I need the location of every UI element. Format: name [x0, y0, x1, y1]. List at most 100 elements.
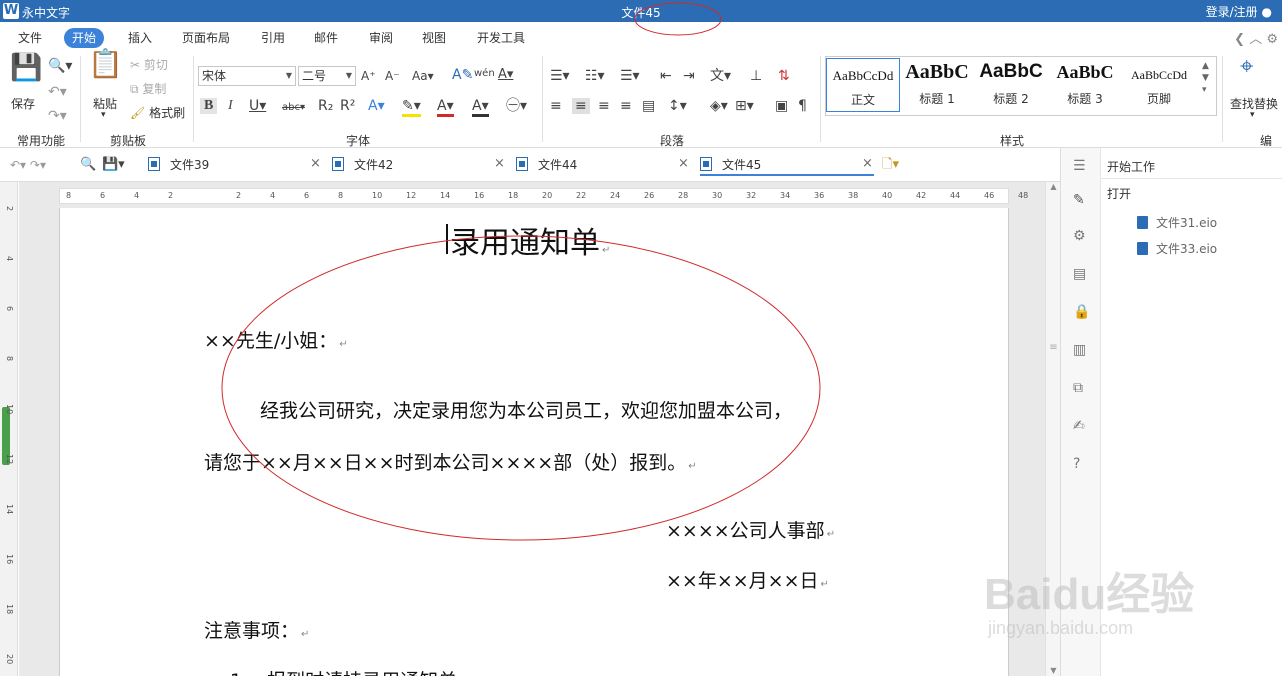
clear-format-icon[interactable]: A✎	[452, 67, 473, 83]
style-heading-3[interactable]: AaBbC 标题 3	[1048, 58, 1122, 112]
paste-icon[interactable]: 📋	[88, 50, 123, 78]
doc-title[interactable]: 录用通知单 ↵	[450, 218, 610, 262]
pilcrow-icon[interactable]: ¶	[798, 98, 807, 114]
chevron-down-icon[interactable]: ▾	[101, 110, 106, 120]
save-icon[interactable]: 💾	[10, 55, 42, 81]
borders-icon[interactable]: ⊞▾	[735, 98, 754, 114]
enclose-char-icon[interactable]: ㊀▾	[506, 98, 527, 114]
tab-file45[interactable]: 文件45 ×	[700, 156, 874, 176]
shading-icon[interactable]: ◈▾	[710, 98, 728, 114]
menu-home[interactable]: 开始	[64, 28, 105, 48]
close-icon[interactable]: ×	[494, 156, 505, 171]
increase-indent-icon[interactable]: ⇥	[683, 68, 695, 84]
char-shading-icon[interactable]: A▾	[472, 98, 489, 117]
close-icon[interactable]: ×	[310, 156, 321, 171]
underline-icon[interactable]: U▾	[249, 98, 266, 114]
numbering-icon[interactable]: ☷▾	[585, 68, 605, 84]
doc-body-line-2[interactable]: 请您于××月××日××时到本公司××××部（处）报到。 ↵	[204, 448, 697, 475]
phonetic-guide-icon[interactable]: wén	[474, 66, 495, 82]
multilevel-list-icon[interactable]: ☰▾	[620, 68, 640, 84]
decrease-indent-icon[interactable]: ⇤	[660, 68, 672, 84]
scroll-thumb[interactable]: ≡	[1048, 342, 1059, 356]
ribbon-nav-arrows[interactable]: ❮ ︿ ⚙	[1234, 28, 1278, 47]
sliders-icon[interactable]: ⚙	[1073, 228, 1086, 244]
pencil-icon[interactable]: ✎	[1073, 192, 1085, 208]
print-preview-icon[interactable]: 🔍	[80, 157, 96, 173]
superscript-icon[interactable]: R²	[340, 98, 355, 114]
tab-file42[interactable]: 文件42 ×	[332, 156, 505, 176]
chevron-up-icon[interactable]: ▲	[1048, 182, 1059, 192]
doc-notes-item-1[interactable]: 1. 报到时请持录用通知单	[230, 666, 457, 676]
settings-icon[interactable]: ⚙	[1266, 32, 1278, 47]
chinese-layout-icon[interactable]: 文▾	[710, 68, 731, 84]
recent-file[interactable]: 文件33.eio	[1137, 240, 1217, 257]
new-tab-icon[interactable]: 🗋▾	[882, 157, 899, 173]
menu-insert[interactable]: 插入	[120, 28, 160, 48]
distribute-icon[interactable]: ▤	[642, 98, 655, 114]
show-marks-icon[interactable]: ▣	[775, 98, 788, 114]
save-icon[interactable]: 💾▾	[102, 157, 125, 173]
font-color-icon[interactable]: A▾	[437, 98, 454, 117]
recent-file[interactable]: 文件31.eio	[1137, 214, 1217, 231]
style-heading-2[interactable]: AaBbC 标题 2	[974, 58, 1048, 112]
styles-pane-icon[interactable]: ▤	[1073, 266, 1086, 282]
subscript-icon[interactable]: R₂	[318, 98, 333, 114]
menu-developer[interactable]: 开发工具	[469, 28, 533, 48]
close-icon[interactable]: ×	[678, 156, 689, 171]
align-center-icon[interactable]: ≡	[572, 98, 590, 114]
undo-icon[interactable]: ↶▾ ↷▾	[10, 157, 46, 173]
chevron-left-icon[interactable]: ❮	[1234, 32, 1245, 47]
align-right-icon[interactable]: ≡	[598, 98, 610, 114]
cut-button[interactable]: ✂ 剪切	[130, 54, 168, 76]
copy-button[interactable]: ⧉ 复制	[130, 78, 166, 100]
bold-icon[interactable]: B	[200, 98, 218, 114]
highlight-icon[interactable]: ✎▾	[402, 98, 421, 117]
open-section-label[interactable]: 打开	[1107, 185, 1131, 202]
tab-file44[interactable]: 文件44 ×	[516, 156, 689, 176]
sort-icon[interactable]: ⇅	[778, 68, 790, 84]
line-spacing-icon[interactable]: ↕▾	[668, 98, 687, 114]
redo-icon[interactable]: ↷▾	[48, 108, 67, 124]
grow-font-icon[interactable]: A⁺	[361, 68, 376, 84]
font-name-select[interactable]: 宋体 ▼	[198, 66, 296, 86]
save-button[interactable]: 保存	[11, 95, 35, 112]
strikethrough-icon[interactable]: abc▾	[282, 100, 305, 116]
document-canvas[interactable]: 8 6 4 2 2 4 6 8 10 12 14 16 18 20 22 24 26 28 30 32 34 36 38 40…	[19, 182, 1045, 676]
chevron-down-icon[interactable]: ▼	[1048, 666, 1059, 676]
text-effect-icon[interactable]: A▾	[368, 98, 385, 114]
doc-sign-date[interactable]: ××年××月××日 ↵	[666, 566, 829, 593]
menu-review[interactable]: 审阅	[361, 28, 401, 48]
login-register-link[interactable]: 登录/注册 ●	[1206, 3, 1272, 20]
tab-file39[interactable]: 文件39 ×	[148, 156, 321, 176]
doc-body-line-1[interactable]: 经我公司研究，决定录用您为本公司员工，欢迎您加盟本公司，	[260, 396, 792, 423]
menu-page-layout[interactable]: 页面布局	[174, 28, 238, 48]
copy-icon[interactable]: ⧉	[1073, 380, 1083, 396]
menu-file[interactable]: 文件	[10, 28, 50, 48]
styles-scroll-icon[interactable]: ▲ ▼ ▾	[1202, 60, 1209, 96]
font-size-select[interactable]: 二号 ▼	[298, 66, 356, 86]
clipboard-icon[interactable]: ▥	[1073, 342, 1086, 358]
close-icon[interactable]: ×	[862, 156, 873, 171]
style-footer[interactable]: AaBbCcDd 页脚	[1122, 58, 1196, 112]
binoculars-icon[interactable]: ⌖	[1240, 54, 1254, 78]
document-page[interactable]: 录用通知单 ↵ ××先生/小姐： ↵ 经我公司研究，决定录用您为本公司员工，欢迎您加…	[59, 208, 1009, 676]
change-case-icon[interactable]: Aa▾	[412, 68, 434, 84]
style-normal[interactable]: AaBbCcDd 正文	[826, 58, 900, 112]
bullets-icon[interactable]: ☰▾	[550, 68, 570, 84]
doc-salutation[interactable]: ××先生/小姐： ↵	[204, 326, 348, 353]
chevron-down-icon[interactable]: ▾	[1250, 110, 1255, 120]
char-border-icon[interactable]: A▾	[498, 67, 513, 83]
menu-view[interactable]: 视图	[414, 28, 454, 48]
help-icon[interactable]: ?	[1073, 456, 1080, 472]
format-painter-button[interactable]: 🖌 格式刷	[130, 102, 185, 124]
line-break-icon[interactable]: ⊥	[750, 68, 762, 84]
doc-sign-dept[interactable]: ××××公司人事部 ↵	[666, 516, 835, 543]
justify-icon[interactable]: ≡	[620, 98, 632, 114]
menu-mailings[interactable]: 邮件	[306, 28, 346, 48]
lock-icon[interactable]: 🔒	[1073, 304, 1090, 320]
edit-icon[interactable]: ✍	[1073, 418, 1085, 434]
menu-references[interactable]: 引用	[253, 28, 293, 48]
chevron-up-icon[interactable]: ︿	[1249, 32, 1262, 47]
undo-icon[interactable]: ↶▾	[48, 84, 67, 100]
shrink-font-icon[interactable]: A⁻	[385, 68, 400, 84]
